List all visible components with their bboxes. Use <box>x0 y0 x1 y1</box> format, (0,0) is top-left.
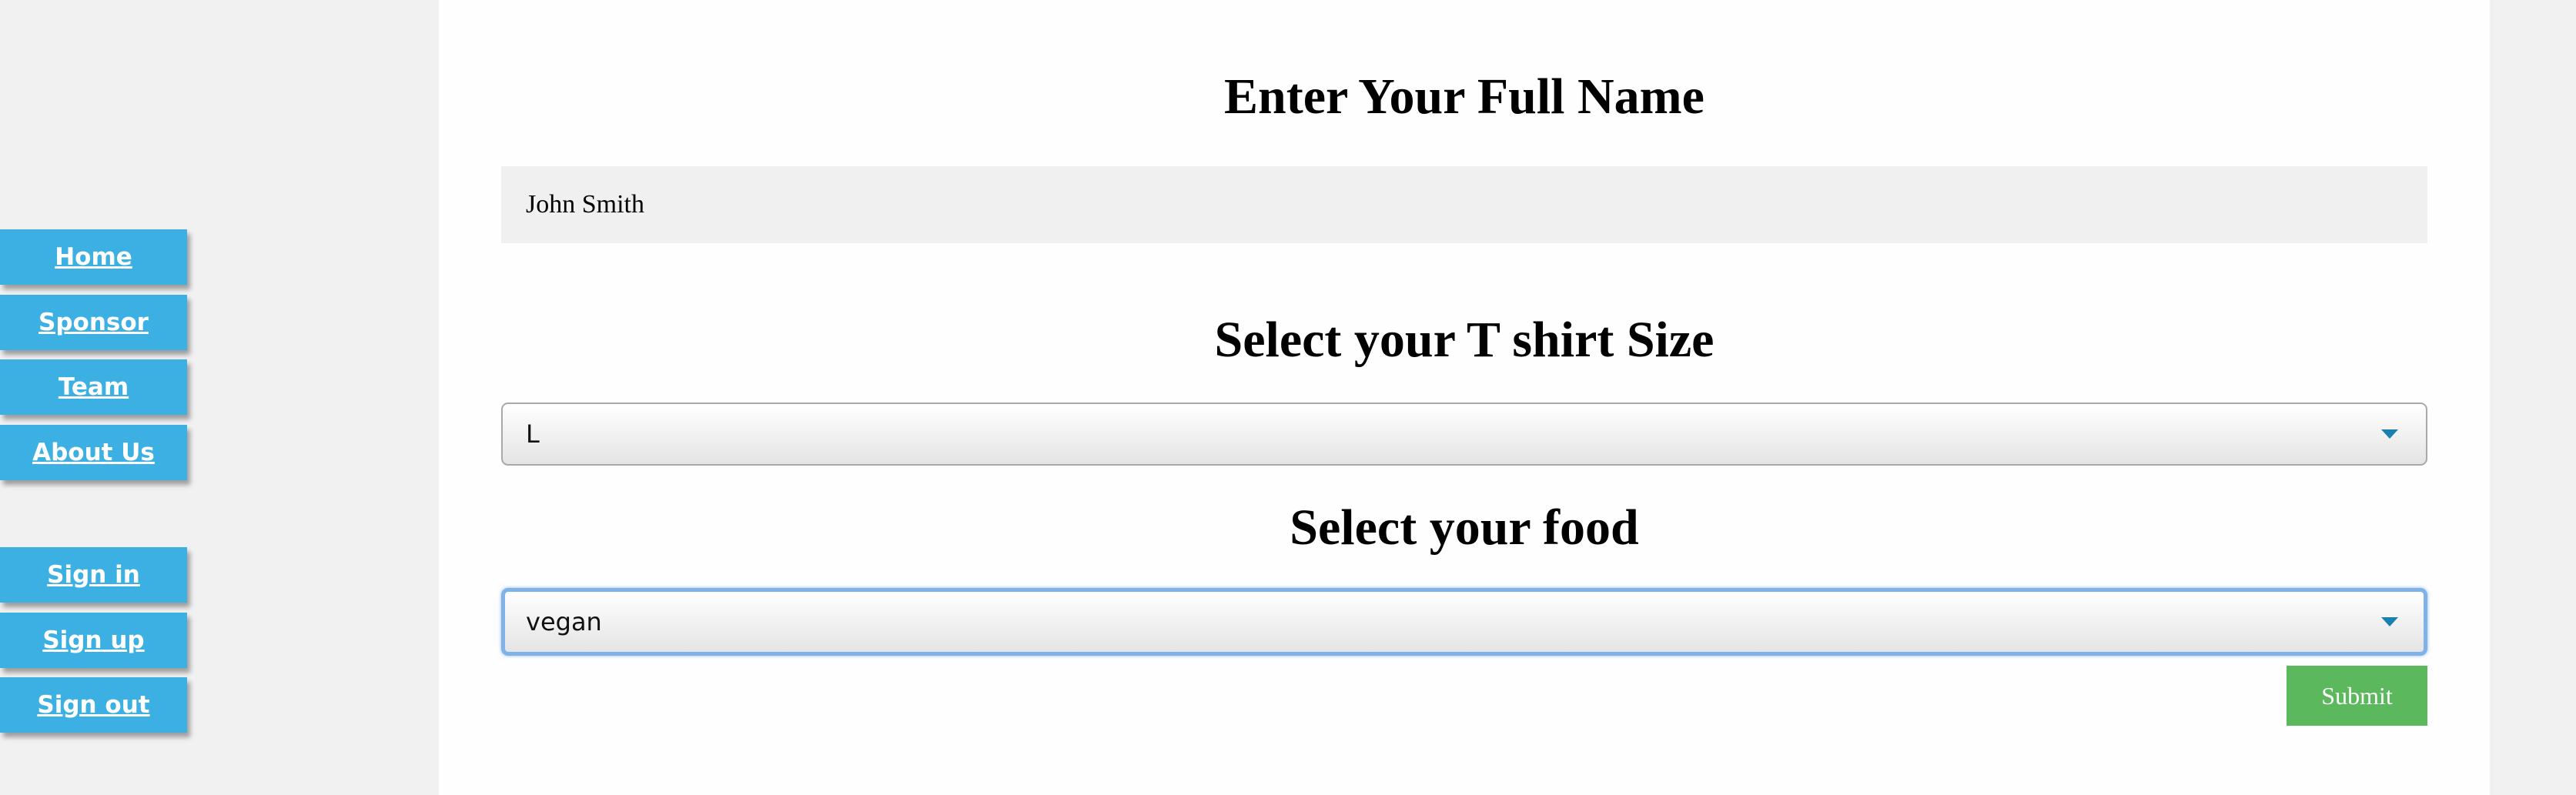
tshirt-size-select[interactable]: L <box>501 403 2427 466</box>
tshirt-size-heading: Select your T shirt Size <box>1214 312 1715 368</box>
page: Home Sponsor Team About Us Sign in Sign … <box>0 0 2576 795</box>
name-heading: Enter Your Full Name <box>1224 68 1705 125</box>
food-value: vegan <box>526 607 602 636</box>
chevron-down-icon <box>2381 617 2398 626</box>
nav-sign-in-link[interactable]: Sign in <box>0 547 187 603</box>
registration-form: Enter Your Full Name Select your T shirt… <box>439 0 2490 795</box>
nav-about-us-link[interactable]: About Us <box>0 425 187 480</box>
full-name-input[interactable] <box>501 166 2427 243</box>
submit-button[interactable]: Submit <box>2287 666 2427 726</box>
food-heading: Select your food <box>1290 499 1639 556</box>
nav-sign-up-link[interactable]: Sign up <box>0 613 187 668</box>
nav-home-link[interactable]: Home <box>0 229 187 285</box>
tshirt-size-value: L <box>526 419 540 449</box>
nav-team-link[interactable]: Team <box>0 359 187 415</box>
nav-sign-out-link[interactable]: Sign out <box>0 677 187 733</box>
nav-sponsor-link[interactable]: Sponsor <box>0 295 187 350</box>
chevron-down-icon <box>2381 429 2398 439</box>
food-select[interactable]: vegan <box>501 588 2427 656</box>
